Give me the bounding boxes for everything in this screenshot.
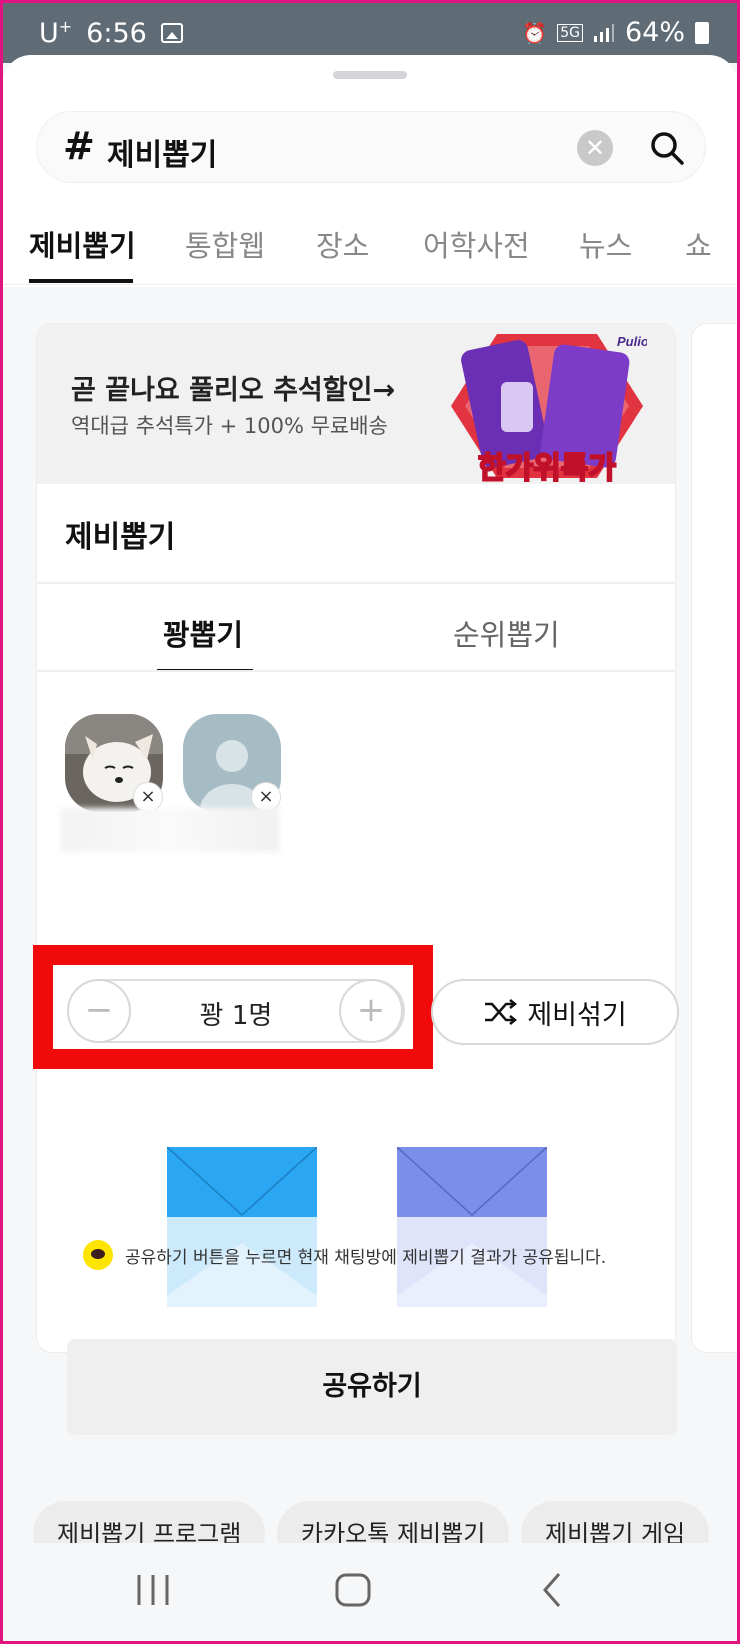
svg-text:Pulio: Pulio bbox=[617, 334, 647, 349]
active-tab-indicator bbox=[29, 279, 133, 283]
svg-text:한가위특가: 한가위특가 bbox=[478, 451, 616, 482]
sheet-drag-handle[interactable] bbox=[333, 71, 407, 79]
shuffle-label: 제비섞기 bbox=[527, 999, 627, 1031]
tab-places[interactable]: 장소 bbox=[316, 223, 369, 265]
tab-shopping[interactable]: 쇼 bbox=[685, 223, 712, 265]
ad-product-image[interactable]: Pulio 한가위특가 bbox=[447, 330, 647, 482]
lottery-envelope-blue[interactable] bbox=[167, 1147, 317, 1307]
search-bar[interactable]: # 제비뽑기 ✕ bbox=[36, 111, 706, 183]
carrier-label: U+ bbox=[39, 17, 73, 49]
decrement-button[interactable]: − bbox=[67, 979, 131, 1043]
status-bar: U+ 6:56 ⏰ 5G 64% bbox=[3, 3, 737, 63]
alarm-icon: ⏰ bbox=[522, 20, 548, 45]
lottery-envelope-purple[interactable] bbox=[397, 1147, 547, 1307]
ad-title[interactable]: 곧 끝나요 풀리오 추석할인→ bbox=[71, 368, 395, 407]
search-tabs: 제비뽑기 통합웹 장소 어학사전 뉴스 쇼 bbox=[3, 215, 737, 285]
search-icon[interactable] bbox=[647, 128, 687, 168]
next-card-peek[interactable] bbox=[691, 323, 737, 1353]
tab-lottery[interactable]: 제비뽑기 bbox=[29, 223, 136, 265]
share-button[interactable]: 공유하기 bbox=[67, 1339, 677, 1435]
card-title: 제비뽑기 bbox=[65, 520, 176, 555]
blank-count-stepper[interactable]: 꽝 1명 − + bbox=[67, 979, 405, 1043]
kakaotalk-icon bbox=[83, 1240, 113, 1270]
clock: 6:56 bbox=[86, 17, 147, 49]
signal-icon bbox=[593, 23, 614, 42]
tab-dictionary[interactable]: 어학사전 bbox=[423, 223, 530, 265]
back-icon[interactable] bbox=[533, 1571, 573, 1609]
screen-frame: U+ 6:56 ⏰ 5G 64% # 제비뽑기 ✕ 제비뽑기 통합웹 장소 어학… bbox=[3, 3, 737, 1641]
battery-icon bbox=[695, 21, 709, 44]
participant-names-blurred bbox=[61, 808, 279, 852]
image-notification-icon bbox=[160, 23, 183, 43]
increment-button[interactable]: + bbox=[339, 979, 403, 1043]
recent-apps-icon[interactable] bbox=[133, 1571, 173, 1609]
bottom-sheet: # 제비뽑기 ✕ 제비뽑기 통합웹 장소 어학사전 뉴스 쇼 곧 끝나요 풀리오… bbox=[3, 55, 737, 1567]
search-input[interactable]: 제비뽑기 bbox=[107, 130, 217, 174]
ad-subtitle: 역대급 추석특가 + 100% 무료배송 bbox=[71, 414, 388, 438]
battery-percent: 64% bbox=[624, 17, 685, 48]
subtab-blank-draw[interactable]: 꽝뽑기 bbox=[163, 612, 243, 654]
card-divider bbox=[37, 582, 675, 584]
ad-banner[interactable]: 곧 끝나요 풀리오 추석할인→ 역대급 추석특가 + 100% 무료배송 Pul… bbox=[37, 324, 675, 484]
home-icon[interactable] bbox=[333, 1571, 373, 1609]
shuffle-icon bbox=[485, 999, 518, 1025]
shuffle-button[interactable]: 제비섞기 bbox=[431, 979, 679, 1045]
clear-search-button[interactable]: ✕ bbox=[577, 130, 613, 166]
subtab-divider bbox=[37, 670, 675, 672]
tab-news[interactable]: 뉴스 bbox=[579, 223, 632, 265]
hash-icon: # bbox=[63, 124, 95, 168]
subtab-rank-draw[interactable]: 순위뽑기 bbox=[453, 612, 560, 654]
share-notice: 공유하기 버튼을 누르면 현재 채팅방에 제비뽑기 결과가 공유됩니다. bbox=[83, 1240, 606, 1270]
network-label: 5G bbox=[557, 23, 583, 42]
tab-web[interactable]: 통합웹 bbox=[185, 223, 265, 265]
lottery-card: 곧 끝나요 풀리오 추석할인→ 역대급 추석특가 + 100% 무료배송 Pul… bbox=[36, 323, 676, 1353]
share-notice-text: 공유하기 버튼을 누르면 현재 채팅방에 제비뽑기 결과가 공유됩니다. bbox=[125, 1247, 607, 1268]
system-nav-bar bbox=[3, 1543, 737, 1641]
